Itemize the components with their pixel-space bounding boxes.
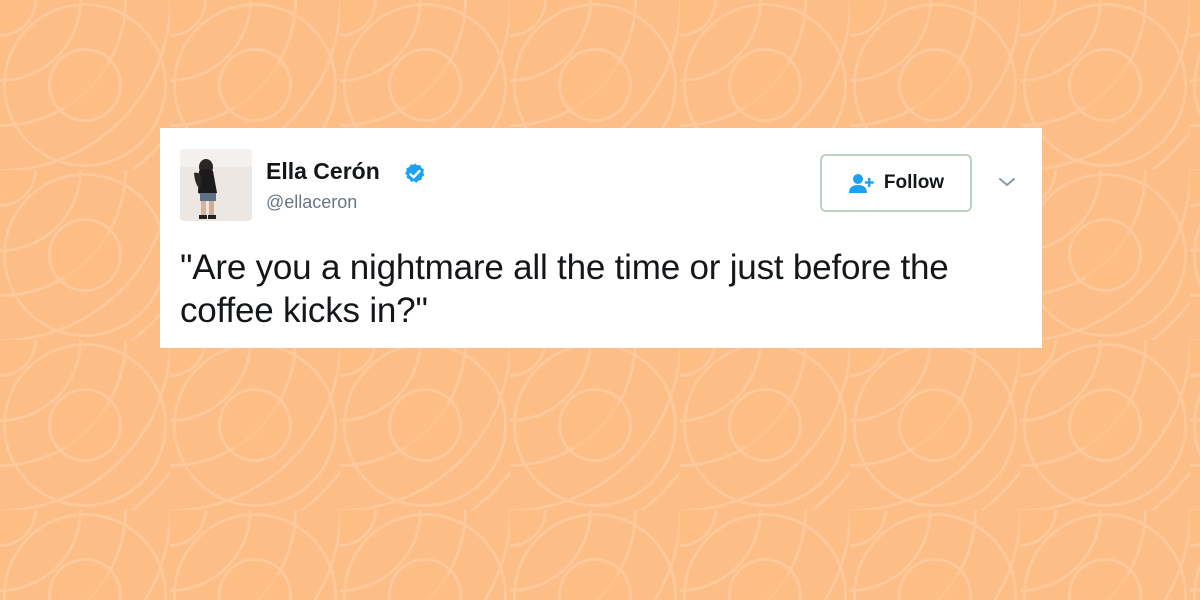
author-handle[interactable]: @ellaceron xyxy=(266,192,357,213)
avatar[interactable] xyxy=(180,149,252,221)
follow-button-label: Follow xyxy=(883,172,945,193)
author-name[interactable]: Ella Cerón xyxy=(266,158,380,185)
chevron-down-icon[interactable] xyxy=(996,174,1018,190)
tweet-text: "Are you a nightmare all the time or jus… xyxy=(180,248,949,330)
add-user-icon xyxy=(848,174,874,193)
verified-badge-icon xyxy=(405,163,425,183)
follow-button[interactable]: Follow xyxy=(820,154,972,212)
avatar-photo-icon xyxy=(180,149,252,221)
tweet-card: Ella Cerón @ellaceron Follow "Are you a … xyxy=(160,128,1042,348)
